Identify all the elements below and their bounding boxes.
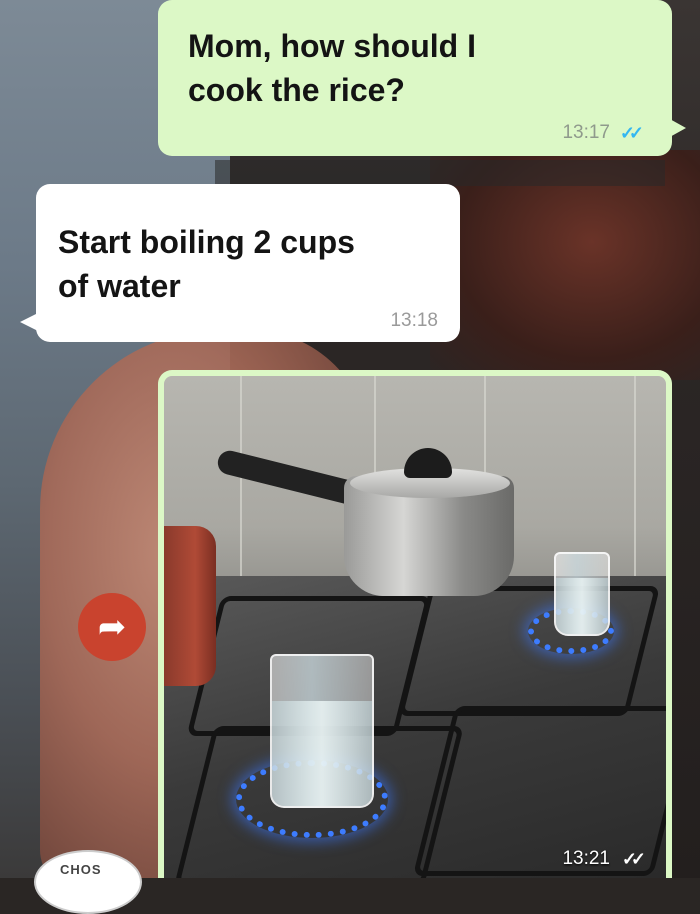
water [556, 578, 608, 634]
outgoing-image-message[interactable]: 13:21 ✓✓ [158, 370, 672, 878]
water-glass [554, 552, 610, 636]
double-check-icon: ✓✓ [619, 123, 644, 143]
share-arrow-icon[interactable]: ➦ [78, 593, 146, 661]
message-timestamp: 13:17 [562, 122, 610, 143]
tile-grout [634, 376, 636, 606]
watermark [215, 160, 665, 186]
outgoing-message-bubble[interactable]: Mom, how should I cook the rice? 13:17 ✓… [158, 0, 686, 156]
water [272, 701, 372, 806]
tile-grout [240, 376, 242, 606]
incoming-message-bubble[interactable]: Start boiling 2 cups of water 13:18 [20, 184, 460, 342]
pot-knob [404, 448, 452, 478]
burner-grate [397, 586, 661, 716]
message-text: Mom, how should I cook the rice? [188, 28, 476, 108]
corner-logo-text: CHOS [60, 862, 102, 877]
message-timestamp: 13:18 [390, 310, 438, 331]
red-pot [164, 526, 216, 686]
corner-logo: CHOS [34, 850, 142, 914]
double-check-icon: ✓✓ [621, 849, 646, 869]
stove-photo[interactable] [164, 376, 666, 878]
water-glass [270, 654, 374, 808]
message-timestamp: 13:21 [562, 848, 610, 869]
message-text: Start boiling 2 cups of water [58, 224, 355, 304]
